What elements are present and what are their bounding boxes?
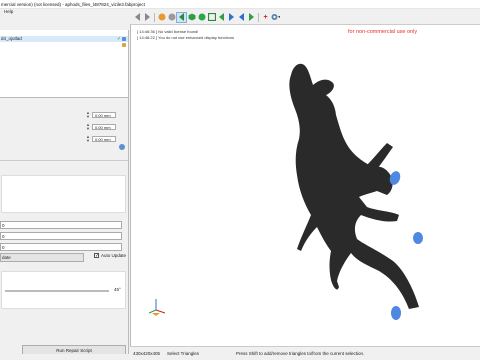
menu-help[interactable]: Help: [4, 9, 13, 14]
arrow-left-blue-icon[interactable]: [237, 13, 246, 22]
angle-slider[interactable]: [5, 290, 109, 292]
tool-input-field[interactable]: 0: [0, 243, 122, 251]
check-icon[interactable]: ✓: [117, 37, 121, 42]
3d-viewport[interactable]: [ 14:46:36 ] No valid license found! [ 1…: [130, 24, 480, 346]
property-row: ▲ ▼ 0.00 mm: [86, 111, 116, 119]
slider-value: 45°: [114, 287, 121, 292]
update-button[interactable]: date: [0, 253, 84, 262]
toolbar-separator: [154, 12, 155, 22]
tree-item-label: d4_ojutlad: [1, 36, 22, 41]
auto-update-checkbox[interactable]: ✓ Auto Update: [94, 253, 127, 259]
menu-bar: Help: [0, 9, 130, 15]
slider-box: 45°: [1, 271, 126, 309]
arrow-left-green-icon[interactable]: [217, 13, 226, 22]
arrow-left-gray-icon[interactable]: [133, 13, 142, 22]
spin-arrows-icon[interactable]: ▲ ▼: [86, 111, 90, 119]
property-value-field[interactable]: 0.00 mm: [91, 124, 116, 130]
hexagon-green-icon[interactable]: [187, 13, 196, 22]
properties-panel: ▲ ▼ 0.00 mm ▲ ▼ 0.00 mm ▲ ▼ 0.00 mm: [0, 98, 129, 160]
frame-green-icon[interactable]: [207, 13, 216, 22]
status-dimensions: 430x420x405: [133, 351, 161, 356]
axis-gizmo: [148, 299, 166, 316]
arrow-right-green-icon[interactable]: [247, 13, 256, 22]
left-footer: [0, 354, 129, 360]
tool-input-field[interactable]: 0: [0, 232, 122, 240]
window-title: mercial version) (not licensed) - aphods…: [0, 0, 480, 9]
arrow-right-blue-icon[interactable]: [227, 13, 236, 22]
tool-info-box: [1, 175, 126, 213]
property-row: ▲ ▼ 0.00 mm: [86, 135, 116, 143]
toolbar-separator: [258, 12, 259, 22]
status-mode: Select Triangles: [167, 351, 200, 356]
property-value-field[interactable]: 0.00 mm: [91, 112, 116, 118]
folder-icon[interactable]: [122, 43, 126, 47]
gear-dropdown-icon[interactable]: [271, 13, 280, 22]
3d-model[interactable]: [131, 25, 480, 347]
object-tree-panel: d4_ojutlad ✓: [0, 30, 129, 98]
info-icon[interactable]: [119, 144, 125, 150]
sphere-gray-icon[interactable]: [167, 13, 176, 22]
arrow-right-gray-icon[interactable]: [143, 13, 152, 22]
auto-update-label: Auto Update: [101, 253, 127, 258]
status-bar: 430x420x405 Select Triangles Press Shift…: [130, 346, 480, 360]
property-row: ▲ ▼ 0.00 mm: [86, 123, 116, 131]
spin-arrows-icon[interactable]: ▲ ▼: [86, 135, 90, 143]
toolbar: +: [130, 10, 480, 24]
circle-green-icon[interactable]: [197, 13, 206, 22]
tool-panel: 0 0 0 date ✓ Auto Update 45° Run Repair …: [0, 160, 129, 355]
property-value-field[interactable]: 0.00 mm: [91, 136, 116, 142]
tree-item[interactable]: [0, 42, 128, 48]
select-tool-icon[interactable]: [176, 11, 187, 23]
spin-arrows-icon[interactable]: ▲ ▼: [86, 123, 90, 131]
checkbox-checked-icon: ✓: [94, 253, 100, 259]
sphere-orange-icon[interactable]: [157, 13, 166, 22]
add-red-icon[interactable]: +: [261, 13, 270, 22]
tool-input-field[interactable]: 0: [0, 221, 122, 229]
visibility-icon[interactable]: [122, 37, 126, 41]
status-hint: Press Shift to add/remove triangles to/f…: [236, 351, 365, 356]
